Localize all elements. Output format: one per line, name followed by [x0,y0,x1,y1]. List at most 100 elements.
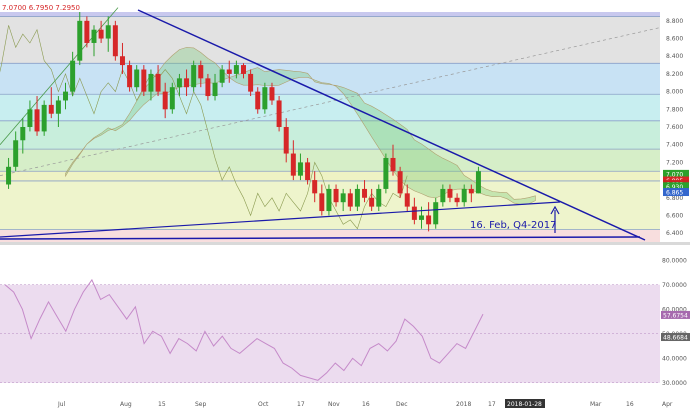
time-tick-label: Jul [57,401,66,408]
candle-body [98,29,104,39]
candle-body [326,188,332,212]
rsi-value-label: 57.6754 [663,312,688,319]
rsi-secondary-label: 48.6684 [663,335,688,342]
time-tick-label: 16 [626,401,634,408]
candle-body [127,65,133,88]
candle-body [461,188,467,203]
candle-body [454,197,460,203]
time-cursor-label: 2018-01-28 [507,401,542,408]
candle-body [27,109,33,127]
candle-body [383,157,389,189]
candle-body [290,153,296,176]
candle-body [63,91,69,101]
candle-body [41,104,47,132]
candle-body [6,166,12,185]
price-axis: 8.800 8.600 8.400 8.200 8.000 7.800 7.600 7.400… [660,0,690,255]
candle-body [91,29,97,43]
candle-body [233,65,239,74]
candle-body [354,188,360,207]
candle-body [13,140,19,167]
time-tick-label: Aug [120,401,132,408]
time-tick-label: Sep [195,401,207,408]
candle-body [20,127,26,141]
candle-body [148,73,154,92]
candle-body [134,69,140,88]
candle-body [411,206,417,220]
rsi-pane [0,248,690,395]
candle-body [176,78,182,88]
candle-body [248,73,254,92]
rsi-tick-label: 80.0000 [662,257,687,264]
candle-body [333,188,339,203]
candle-body [241,65,246,74]
rsi-tick-label: 40.0000 [662,355,687,362]
candle-body [312,180,318,194]
price-badges: 7.0706.9956.9956.9306.865 [663,169,689,197]
time-axis: Jul Aug 15 Sep Oct 17 Nov 16 Dec 2018 17 Mar 16 Apr 20… [0,398,690,408]
price-badge-label: 6.865 [666,190,683,197]
candle-body [376,188,382,207]
candle-body [226,69,232,74]
candle-body [369,197,375,207]
candle-body [205,78,211,97]
candle-body [77,20,83,61]
chart-container: 8.800 8.600 8.400 8.200 8.000 7.800 7.600 7.400… [0,0,690,408]
price-tick-label: 7.600 [666,124,683,131]
candle-body [162,91,168,110]
candle-body [191,65,197,88]
fib-band [0,171,660,181]
candle-body [397,171,403,194]
candle-body [347,193,353,207]
chart-svg: 8.800 8.600 8.400 8.200 8.000 7.800 7.600 7.400… [0,0,690,408]
price-tick-label: 6.600 [666,212,683,219]
fib-band [0,12,660,17]
fib-band [0,229,660,242]
fib-band [0,16,660,64]
candle-body [475,171,481,194]
pane-separator [0,242,690,245]
candle-body [297,162,303,176]
time-tick-label: 2018 [456,401,471,408]
rsi-tick-label: 30.0000 [662,380,687,387]
rsi-tick-label: 70.0000 [662,282,687,289]
candle-body [70,60,76,92]
candle-body [184,78,190,88]
time-tick-label: Nov [328,401,340,408]
time-tick-label: Oct [258,401,269,408]
time-tick-label: 17 [488,401,496,408]
price-tick-label: 8.800 [666,18,683,25]
candle-body [362,188,368,198]
candle-body [34,109,40,132]
candle-body [418,215,424,220]
time-tick-label: Apr [662,401,673,408]
candle-body [283,127,289,154]
candle-body [319,193,325,212]
price-tick-label: 7.400 [666,142,683,149]
fib-band [0,149,660,172]
ohlc-readout: 7.0700 6.7950 7.2950 [2,4,80,12]
candle-body [112,25,118,57]
candle-body [155,73,161,92]
time-tick-label: 17 [297,401,305,408]
price-tick-label: 8.400 [666,53,683,60]
candle-body [119,56,125,66]
time-axis-bg [0,398,690,408]
candle-body [426,215,432,225]
time-tick-label: Mar [590,401,602,408]
forecast-annotation: 16. Feb, Q4-2017 [470,220,556,231]
candle-body [404,193,410,207]
candle-body [262,87,268,110]
candle-body [212,82,218,97]
price-tick-label: 7.200 [666,159,683,166]
time-tick-label: 15 [158,401,166,408]
price-tick-label: 8.000 [666,89,683,96]
candle-body [255,91,261,110]
candle-body [305,162,311,181]
candle-body [468,188,474,194]
candle-body [219,69,225,83]
price-tick-label: 8.600 [666,36,683,43]
candle-body [269,87,275,101]
price-tick-label: 8.200 [666,71,683,78]
candle-body [198,65,204,79]
candle-body [141,69,147,92]
